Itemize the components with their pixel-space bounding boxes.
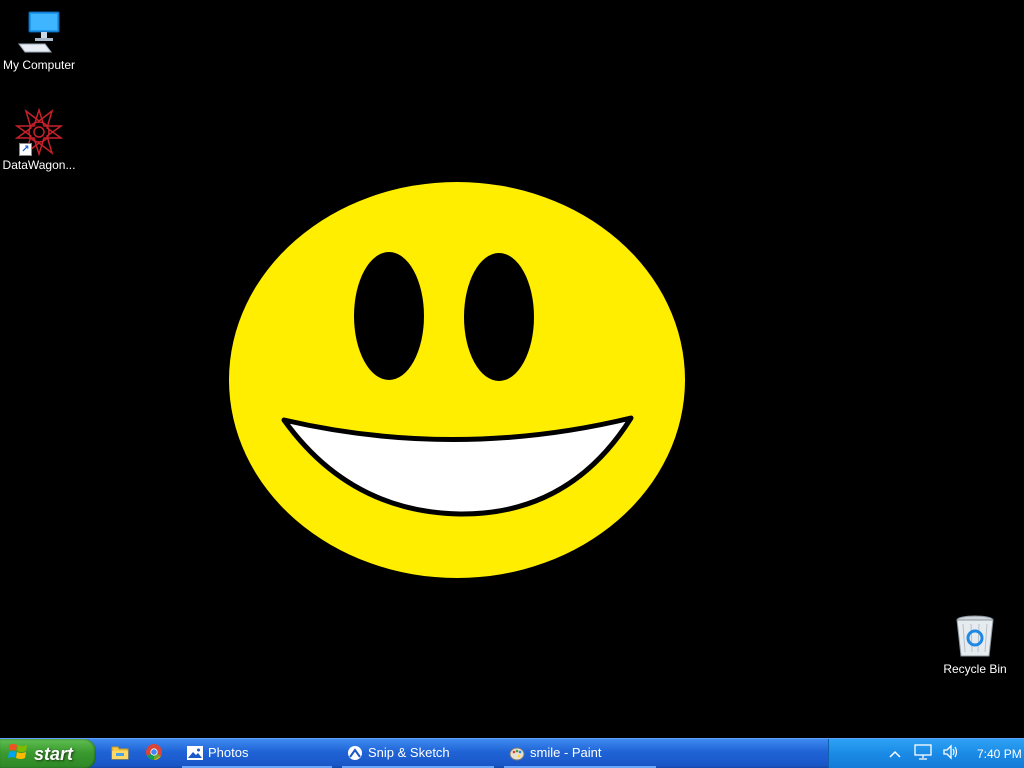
- recycle-bin-icon: [951, 612, 999, 660]
- chrome-icon: [145, 743, 163, 766]
- chrome-button[interactable]: [140, 742, 168, 766]
- file-explorer-icon: [111, 744, 129, 765]
- quick-launch: [106, 742, 168, 766]
- chevron-up-icon: [889, 745, 901, 763]
- volume-icon: [942, 743, 960, 765]
- shortcut-arrow-icon: ↗: [19, 143, 32, 156]
- windows-logo-icon: [8, 742, 28, 767]
- taskbar-snip-sketch[interactable]: Snip & Sketch: [342, 739, 494, 768]
- start-button[interactable]: start: [0, 739, 96, 768]
- desktop: My Computer ↗ DataWagon... Recycle Bin: [0, 0, 1024, 738]
- desktop-icon-datawagon[interactable]: ↗ DataWagon...: [0, 107, 78, 172]
- network-button[interactable]: [913, 743, 933, 765]
- system-tray: 7:40 PM: [828, 739, 1024, 768]
- smiley-left-eye: [354, 252, 424, 380]
- taskbar-item-label: Snip & Sketch: [368, 745, 450, 760]
- taskbar-item-label: Photos: [208, 745, 249, 760]
- paint-palette-icon: [508, 744, 526, 762]
- taskbar: start Photos Snip & Sketch smile - Paint…: [0, 738, 1024, 768]
- taskbar-photos[interactable]: Photos: [182, 739, 332, 768]
- photos-icon: [186, 744, 204, 762]
- desktop-icon-label: Recycle Bin: [943, 662, 1007, 676]
- desktop-icon-my-computer[interactable]: My Computer: [0, 8, 78, 72]
- desktop-icon-recycle-bin[interactable]: Recycle Bin: [936, 612, 1014, 676]
- volume-button[interactable]: [941, 743, 961, 765]
- datawagon-star-icon: ↗: [14, 107, 64, 157]
- taskbar-paint[interactable]: smile - Paint: [504, 739, 656, 768]
- clock[interactable]: 7:40 PM: [977, 747, 1022, 761]
- desktop-icon-label: DataWagon...: [2, 158, 76, 172]
- taskbar-item-label: smile - Paint: [530, 745, 602, 760]
- computer-icon: [15, 8, 63, 56]
- start-label: start: [34, 743, 74, 764]
- smiley-face: [229, 182, 685, 578]
- smiley-wallpaper: [229, 182, 685, 578]
- file-explorer-button[interactable]: [106, 742, 134, 766]
- network-icon: [914, 743, 932, 765]
- snip-sketch-icon: [346, 744, 364, 762]
- smiley-right-eye: [464, 253, 534, 381]
- desktop-icon-label: My Computer: [2, 58, 76, 72]
- show-hidden-icons-button[interactable]: [885, 744, 905, 764]
